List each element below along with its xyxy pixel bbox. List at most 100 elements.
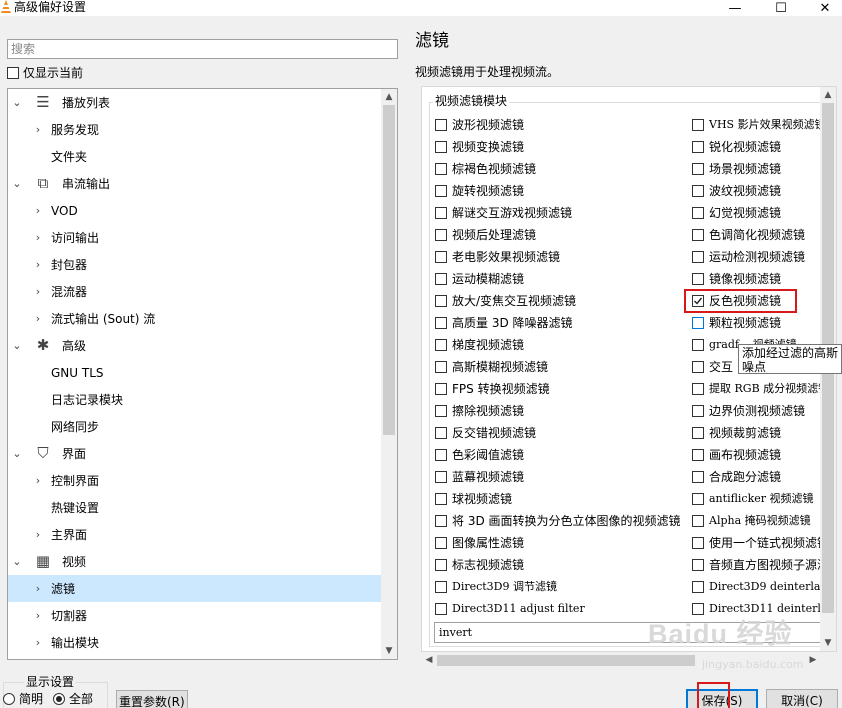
- checkbox-icon[interactable]: [692, 339, 704, 351]
- filter-option[interactable]: 幻觉视频滤镜: [692, 205, 827, 221]
- search-input[interactable]: 搜索: [7, 39, 398, 59]
- filter-option[interactable]: 解谜交互游戏视频滤镜: [435, 205, 685, 221]
- checkbox-icon[interactable]: [692, 141, 704, 153]
- chevron-right-icon[interactable]: ›: [32, 123, 44, 136]
- checkbox-icon[interactable]: [692, 559, 704, 571]
- filter-option[interactable]: 梯度视频滤镜: [435, 337, 685, 353]
- filter-option[interactable]: 老电影效果视频滤镜: [435, 249, 685, 265]
- scroll-up-arrow-icon[interactable]: ▲: [381, 89, 397, 105]
- checkbox-icon[interactable]: [435, 361, 447, 373]
- radio-circle[interactable]: [53, 693, 65, 705]
- minimize-button[interactable]: —: [712, 0, 758, 16]
- filter-option[interactable]: 将 3D 画面转换为分色立体图像的视频滤镜: [435, 513, 685, 529]
- checkbox-icon[interactable]: [692, 361, 704, 373]
- chevron-right-icon[interactable]: ›: [32, 636, 44, 649]
- checkbox-icon[interactable]: [692, 427, 704, 439]
- chevron-right-icon[interactable]: ›: [32, 231, 44, 244]
- scroll-down-arrow-icon[interactable]: ▼: [820, 635, 836, 651]
- checkbox-icon[interactable]: [435, 317, 447, 329]
- filter-option[interactable]: 棕褐色视频滤镜: [435, 161, 685, 177]
- tree-item[interactable]: › 滤镜: [8, 575, 381, 602]
- checkbox-icon[interactable]: [692, 471, 704, 483]
- checkbox-icon[interactable]: [435, 273, 447, 285]
- checkbox-icon[interactable]: [435, 515, 447, 527]
- filter-option[interactable]: 高斯模糊视频滤镜: [435, 359, 685, 375]
- tree-item[interactable]: ⌄ ⛉ 界面: [8, 440, 381, 467]
- checkbox-icon[interactable]: [692, 515, 704, 527]
- chevron-down-icon[interactable]: ⌄: [11, 96, 23, 109]
- chevron-down-icon[interactable]: ⌄: [11, 447, 23, 460]
- tree-item[interactable]: › 主界面: [8, 521, 381, 548]
- checkbox-icon[interactable]: [692, 383, 704, 395]
- filter-option[interactable]: 球视频滤镜: [435, 491, 685, 507]
- tree-item[interactable]: ⌄ ☰ 播放列表: [8, 89, 381, 116]
- checkbox-icon[interactable]: [692, 119, 704, 131]
- maximize-button[interactable]: ☐: [758, 0, 804, 16]
- checkbox-icon[interactable]: [435, 383, 447, 395]
- tree-item[interactable]: 热键设置: [8, 494, 381, 521]
- reset-preferences-button[interactable]: 重置参数(R): [116, 690, 188, 708]
- checkbox-icon[interactable]: [692, 185, 704, 197]
- checkbox-icon[interactable]: [692, 207, 704, 219]
- filter-option[interactable]: 视频裁剪滤镜: [692, 425, 827, 441]
- checkbox-icon[interactable]: [435, 141, 447, 153]
- checkbox-icon[interactable]: [692, 537, 704, 549]
- chevron-right-icon[interactable]: ›: [32, 582, 44, 595]
- checkbox-icon[interactable]: [435, 185, 447, 197]
- chevron-down-icon[interactable]: ⌄: [11, 555, 23, 568]
- chevron-right-icon[interactable]: ›: [32, 528, 44, 541]
- chevron-right-icon[interactable]: ›: [32, 204, 44, 217]
- filter-option[interactable]: 色彩阈值滤镜: [435, 447, 685, 463]
- filter-option[interactable]: 图像属性滤镜: [435, 535, 685, 551]
- filter-option[interactable]: 运动检测视频滤镜: [692, 249, 827, 265]
- filter-option[interactable]: 反交错视频滤镜: [435, 425, 685, 441]
- filter-option[interactable]: 标志视频滤镜: [435, 557, 685, 573]
- checkbox-icon[interactable]: [692, 317, 704, 329]
- checkbox-icon[interactable]: [435, 471, 447, 483]
- filter-option[interactable]: 提取 RGB 成分视频滤镜: [692, 381, 827, 397]
- checkbox-icon[interactable]: [435, 493, 447, 505]
- tree-scrollbar[interactable]: ▲ ▼: [381, 89, 397, 659]
- simple-radio[interactable]: 简明: [3, 692, 43, 706]
- scroll-left-arrow-icon[interactable]: ◀: [421, 652, 437, 668]
- checkbox-icon[interactable]: [692, 405, 704, 417]
- chevron-right-icon[interactable]: ›: [32, 312, 44, 325]
- filter-option[interactable]: 视频后处理滤镜: [435, 227, 685, 243]
- checkbox-icon[interactable]: [435, 339, 447, 351]
- filter-option[interactable]: 合成跑分滤镜: [692, 469, 827, 485]
- filter-option[interactable]: 色调简化视频滤镜: [692, 227, 827, 243]
- checkbox-icon[interactable]: [692, 581, 704, 593]
- tree-item[interactable]: › 混流器: [8, 278, 381, 305]
- filter-option[interactable]: antiflicker 视频滤镜: [692, 491, 827, 507]
- scroll-right-arrow-icon[interactable]: ▶: [805, 652, 821, 668]
- filter-option[interactable]: 锐化视频滤镜: [692, 139, 827, 155]
- checkbox-box[interactable]: [7, 67, 19, 79]
- checkbox-icon[interactable]: [692, 229, 704, 241]
- radio-circle[interactable]: [3, 693, 15, 705]
- checkbox-icon[interactable]: [435, 295, 447, 307]
- tree-item[interactable]: › 输出模块: [8, 629, 381, 656]
- tree-item[interactable]: ⌄ ⧉ 串流输出: [8, 170, 381, 197]
- filter-option[interactable]: 波纹视频滤镜: [692, 183, 827, 199]
- tree-scroll-thumb[interactable]: [383, 105, 395, 435]
- chevron-right-icon[interactable]: ›: [32, 258, 44, 271]
- filter-option[interactable]: 视频变换滤镜: [435, 139, 685, 155]
- tree-item[interactable]: › 访问输出: [8, 224, 381, 251]
- tree-item[interactable]: › 封包器: [8, 251, 381, 278]
- filter-option[interactable]: FPS 转换视频滤镜: [435, 381, 685, 397]
- chevron-down-icon[interactable]: ⌄: [11, 339, 23, 352]
- checkbox-icon[interactable]: [435, 163, 447, 175]
- checkbox-icon[interactable]: [435, 449, 447, 461]
- tree-item[interactable]: › VOD: [8, 197, 381, 224]
- filter-option[interactable]: 放大/变焦交互视频滤镜: [435, 293, 685, 309]
- close-button[interactable]: ✕: [802, 0, 842, 16]
- filter-option[interactable]: 边界侦测视频滤镜: [692, 403, 827, 419]
- filter-option[interactable]: 镜像视频滤镜: [692, 271, 827, 287]
- cancel-button[interactable]: 取消(C): [766, 689, 838, 708]
- settings-tree[interactable]: ⌄ ☰ 播放列表 › 服务发现 文件夹 ⌄ ⧉ 串流输出 › VOD › 访问输出 › 封包器 › 混流器 › 流式…: [7, 88, 398, 660]
- chevron-right-icon[interactable]: ›: [32, 285, 44, 298]
- filter-option[interactable]: Direct3D9 deinterlace: [692, 579, 827, 595]
- checkbox-icon[interactable]: [435, 207, 447, 219]
- checkbox-icon[interactable]: [435, 537, 447, 549]
- show-current-only-checkbox[interactable]: 仅显示当前: [7, 66, 83, 80]
